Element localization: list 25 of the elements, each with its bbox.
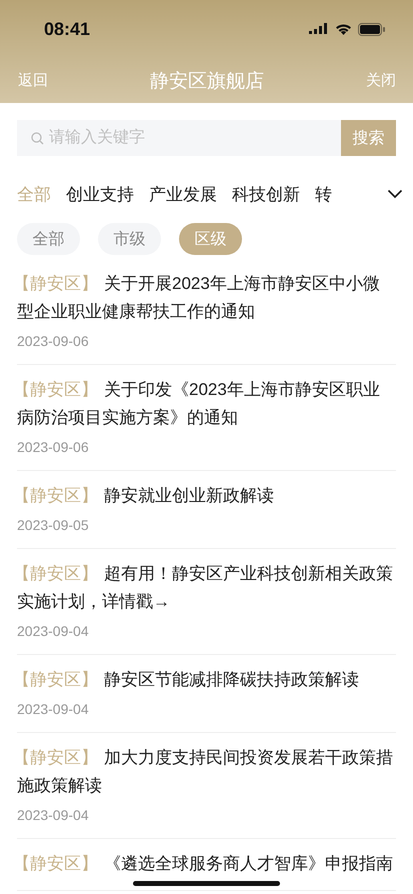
article-heading[interactable]: 【静安区】 关于开展2023年上海市静安区中小微型企业职业健康帮扶工作的通知 bbox=[17, 270, 396, 326]
status-time: 08:41 bbox=[44, 18, 90, 40]
article-heading[interactable]: 【静安区】 静安就业创业新政解读 bbox=[17, 482, 396, 510]
page-title: 静安区旗舰店 bbox=[150, 70, 264, 94]
article-date: 2023-09-04 bbox=[17, 622, 90, 641]
category-tab[interactable]: 转 bbox=[315, 182, 332, 206]
wifi-icon bbox=[335, 23, 352, 35]
signal-icon bbox=[309, 22, 329, 36]
article-heading[interactable]: 【静安区】 加大力度支持民间投资发展若干政策措施政策解读 bbox=[17, 744, 396, 800]
category-tab[interactable]: 科技创新 bbox=[232, 182, 300, 206]
search-icon bbox=[31, 132, 44, 145]
article-date: 2023-09-05 bbox=[17, 516, 90, 535]
category-tab[interactable]: 产业发展 bbox=[149, 182, 217, 206]
article-heading[interactable]: 【静安区】 静安区节能减排降碳扶持政策解读 bbox=[17, 666, 396, 694]
search-field[interactable]: 请输入关键字 bbox=[17, 120, 341, 156]
article-heading[interactable]: 【静安区】 超有用！静安区产业科技创新相关政策实施计划，详情戳→ bbox=[17, 560, 396, 616]
article-date: 2023-09-04 bbox=[17, 806, 90, 825]
article-heading[interactable]: 【静安区】 关于印发《2023年上海市静安区职业病防治项目实施方案》的通知 bbox=[17, 376, 396, 432]
article-date: 2023-09-06 bbox=[17, 332, 90, 351]
chevron-down-icon[interactable] bbox=[387, 189, 403, 199]
article-date: 2023-09-04 bbox=[17, 700, 90, 719]
article-heading[interactable]: 【静安区】 《遴选全球服务商人才智库》申报指南 bbox=[17, 850, 396, 878]
battery-icon bbox=[358, 22, 385, 36]
article-date: 2023-09-06 bbox=[17, 438, 90, 457]
category-tab[interactable]: 创业支持 bbox=[66, 182, 134, 206]
